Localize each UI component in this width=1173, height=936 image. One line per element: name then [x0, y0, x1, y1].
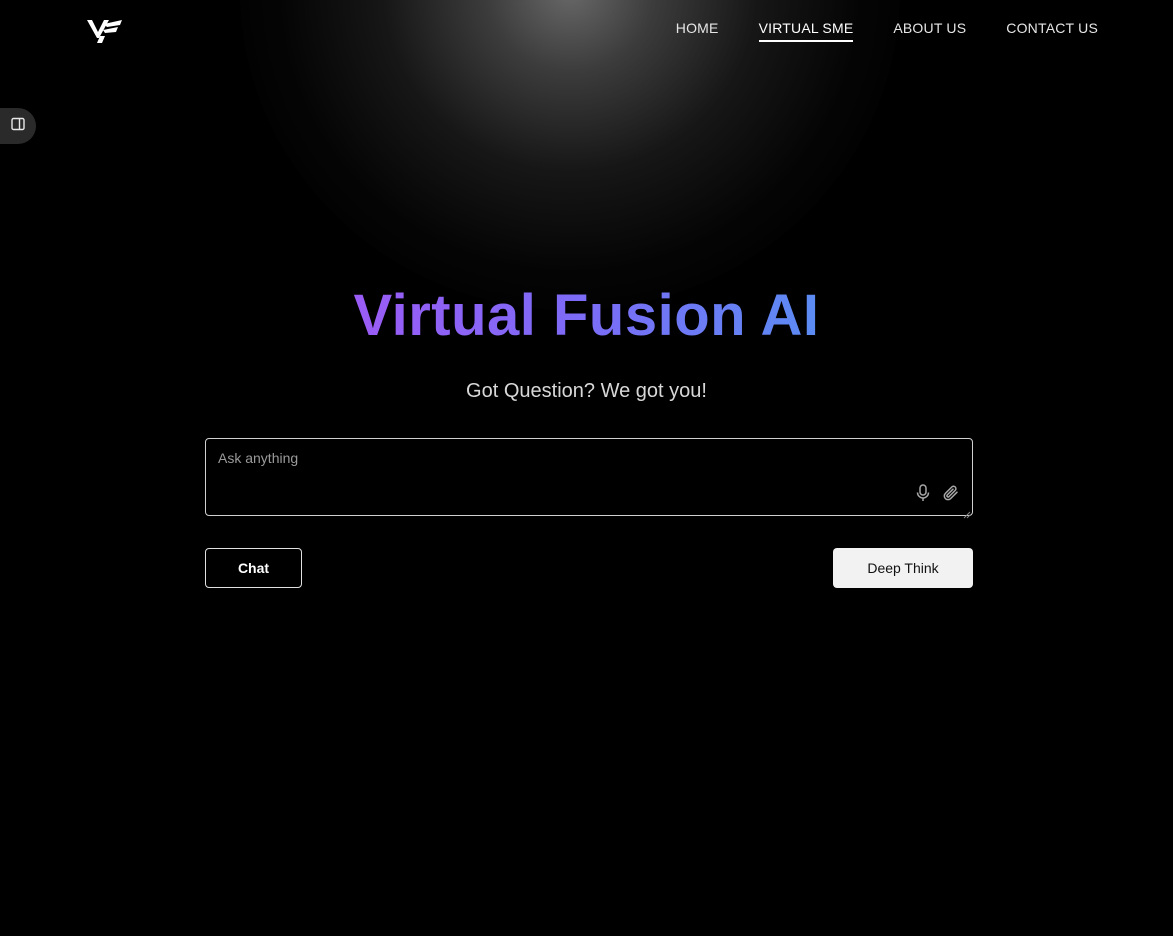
microphone-button[interactable] — [913, 483, 933, 507]
chat-button[interactable]: Chat — [205, 548, 302, 588]
nav-home[interactable]: HOME — [676, 20, 719, 42]
resize-grip-icon[interactable] — [963, 506, 971, 519]
sidebar-toggle-icon — [11, 117, 25, 136]
page-title: Virtual Fusion AI — [0, 282, 1173, 349]
page-title-text: Virtual Fusion AI — [353, 283, 820, 348]
deep-think-button[interactable]: Deep Think — [833, 548, 973, 588]
page: HOME VIRTUAL SME ABOUT US CONTACT US Vir… — [0, 0, 1173, 936]
nav-contact-us[interactable]: CONTACT US — [1006, 20, 1098, 42]
page-subtitle: Got Question? We got you! — [466, 380, 707, 402]
main-nav: HOME VIRTUAL SME ABOUT US CONTACT US — [676, 20, 1098, 42]
microphone-icon — [915, 483, 931, 507]
prompt-input[interactable] — [206, 439, 972, 515]
nav-virtual-sme[interactable]: VIRTUAL SME — [758, 20, 854, 42]
prompt-box — [205, 438, 973, 519]
vf-logo-icon[interactable] — [86, 16, 124, 46]
attach-button[interactable] — [941, 485, 961, 505]
paperclip-icon — [942, 484, 960, 507]
nav-about-us[interactable]: ABOUT US — [893, 20, 966, 42]
background-glow — [240, 0, 900, 310]
sidebar-toggle-button[interactable] — [0, 108, 36, 144]
